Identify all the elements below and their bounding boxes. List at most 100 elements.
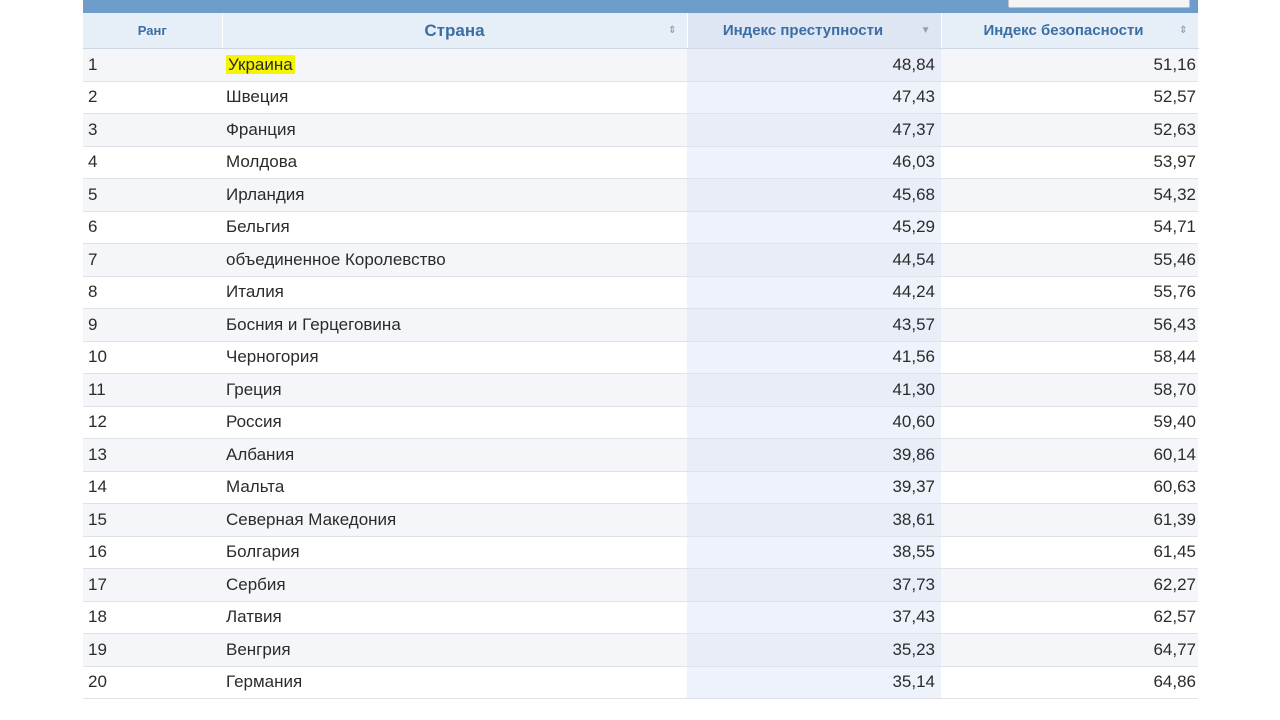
table-row: 16 Болгария 38,55 61,45 — [83, 536, 1198, 569]
safety-index-cell: 61,39 — [941, 503, 1198, 537]
table-row: 11 Греция 41,30 58,70 — [83, 373, 1198, 407]
safety-index-cell: 64,77 — [941, 633, 1198, 667]
country-cell: Бельгия — [222, 211, 687, 244]
crime-index-cell: 39,86 — [687, 438, 941, 472]
rank-cell: 9 — [83, 308, 222, 342]
country-name-highlighted: Украина — [226, 54, 295, 74]
country-name: Германия — [226, 672, 303, 692]
table-row: 13 Албания 39,86 60,14 — [83, 438, 1198, 472]
column-header-rank-label: Ранг — [137, 23, 167, 38]
column-header-crime-index-label: Индекс преступности — [722, 22, 884, 39]
rank-cell: 11 — [83, 373, 222, 407]
country-name: Босния и Герцеговина — [226, 314, 401, 334]
country-name: Греция — [226, 379, 282, 399]
country-cell: Молдова — [222, 146, 687, 179]
rank-cell: 2 — [83, 81, 222, 114]
country-name: Молдова — [226, 152, 298, 172]
safety-index-cell: 53,97 — [941, 146, 1198, 179]
sort-both-icon[interactable]: ⇕ — [1179, 25, 1187, 36]
safety-index-cell: 52,57 — [941, 81, 1198, 114]
country-name: Ирландия — [226, 184, 305, 204]
country-cell: Греция — [222, 373, 687, 407]
column-header-crime-index[interactable]: Индекс преступности ▼ — [687, 13, 942, 49]
country-name: Италия — [226, 282, 284, 302]
table-row: 9 Босния и Герцеговина 43,57 56,43 — [83, 308, 1198, 342]
country-cell: Италия — [222, 276, 687, 309]
safety-index-cell: 58,70 — [941, 373, 1198, 407]
safety-index-cell: 54,32 — [941, 178, 1198, 212]
rank-cell: 1 — [83, 48, 222, 82]
country-name: Болгария — [226, 542, 300, 562]
crime-index-cell: 47,37 — [687, 113, 941, 147]
crime-index-cell: 44,54 — [687, 243, 941, 277]
rank-cell: 20 — [83, 666, 222, 699]
country-name: объединенное Королевство — [226, 249, 446, 269]
table-row: 1 Украина 48,84 51,16 — [83, 48, 1198, 82]
safety-index-cell: 54,71 — [941, 211, 1198, 244]
table-row: 18 Латвия 37,43 62,57 — [83, 601, 1198, 634]
country-name: Бельгия — [226, 217, 290, 237]
crime-index-cell: 40,60 — [687, 406, 941, 439]
safety-index-cell: 58,44 — [941, 341, 1198, 374]
country-name: Франция — [226, 119, 296, 139]
rank-cell: 12 — [83, 406, 222, 439]
country-name: Сербия — [226, 574, 286, 594]
country-cell: Латвия — [222, 601, 687, 634]
country-cell: Мальта — [222, 471, 687, 504]
country-name: Венгрия — [226, 639, 291, 659]
crime-index-cell: 46,03 — [687, 146, 941, 179]
table-row: 17 Сербия 37,73 62,27 — [83, 568, 1198, 602]
country-cell: Ирландия — [222, 178, 687, 212]
search-input[interactable] — [1008, 0, 1190, 8]
rank-cell: 18 — [83, 601, 222, 634]
safety-index-cell: 64,86 — [941, 666, 1198, 699]
column-header-rank[interactable]: Ранг — [83, 13, 223, 49]
country-name: Швеция — [226, 87, 289, 107]
page: Ранг Страна ⇕ Индекс преступности ▼ Инде… — [0, 0, 1280, 720]
crime-index-cell: 41,30 — [687, 373, 941, 407]
crime-index-cell: 35,23 — [687, 633, 941, 667]
ranking-table-container: Ранг Страна ⇕ Индекс преступности ▼ Инде… — [83, 13, 1199, 699]
column-header-country[interactable]: Страна ⇕ — [222, 13, 688, 49]
country-cell: Черногория — [222, 341, 687, 374]
rank-cell: 3 — [83, 113, 222, 147]
rank-cell: 14 — [83, 471, 222, 504]
crime-index-cell: 45,29 — [687, 211, 941, 244]
table-row: 2 Швеция 47,43 52,57 — [83, 81, 1198, 114]
safety-index-cell: 60,63 — [941, 471, 1198, 504]
crime-index-cell: 47,43 — [687, 81, 941, 114]
table-row: 12 Россия 40,60 59,40 — [83, 406, 1198, 439]
country-name: Северная Македония — [226, 509, 397, 529]
crime-index-cell: 38,55 — [687, 536, 941, 569]
table-row: 15 Северная Македония 38,61 61,39 — [83, 503, 1198, 537]
crime-index-cell: 43,57 — [687, 308, 941, 342]
table-row: 14 Мальта 39,37 60,63 — [83, 471, 1198, 504]
safety-index-cell: 62,27 — [941, 568, 1198, 602]
rank-cell: 4 — [83, 146, 222, 179]
rank-cell: 5 — [83, 178, 222, 212]
rank-cell: 16 — [83, 536, 222, 569]
sort-both-icon[interactable]: ⇕ — [668, 25, 676, 36]
column-header-safety-index[interactable]: Индекс безопасности ⇕ — [941, 13, 1199, 49]
column-header-safety-index-label: Индекс безопасности — [983, 22, 1144, 39]
crime-index-table: Ранг Страна ⇕ Индекс преступности ▼ Инде… — [83, 13, 1199, 699]
table-row: 19 Венгрия 35,23 64,77 — [83, 633, 1198, 667]
rank-cell: 7 — [83, 243, 222, 277]
country-cell: Украина — [222, 48, 687, 82]
safety-index-cell: 55,46 — [941, 243, 1198, 277]
sort-descending-icon[interactable]: ▼ — [921, 25, 931, 36]
country-cell: Венгрия — [222, 633, 687, 667]
country-name: Албания — [226, 444, 295, 464]
top-bar — [83, 0, 1198, 13]
country-cell: Албания — [222, 438, 687, 472]
country-name: Россия — [226, 412, 282, 432]
rank-cell: 17 — [83, 568, 222, 602]
crime-index-cell: 41,56 — [687, 341, 941, 374]
country-name: Черногория — [226, 347, 319, 367]
country-cell: Сербия — [222, 568, 687, 602]
crime-index-cell: 37,73 — [687, 568, 941, 602]
table-row: 4 Молдова 46,03 53,97 — [83, 146, 1198, 179]
safety-index-cell: 55,76 — [941, 276, 1198, 309]
country-cell: Германия — [222, 666, 687, 699]
crime-index-cell: 37,43 — [687, 601, 941, 634]
